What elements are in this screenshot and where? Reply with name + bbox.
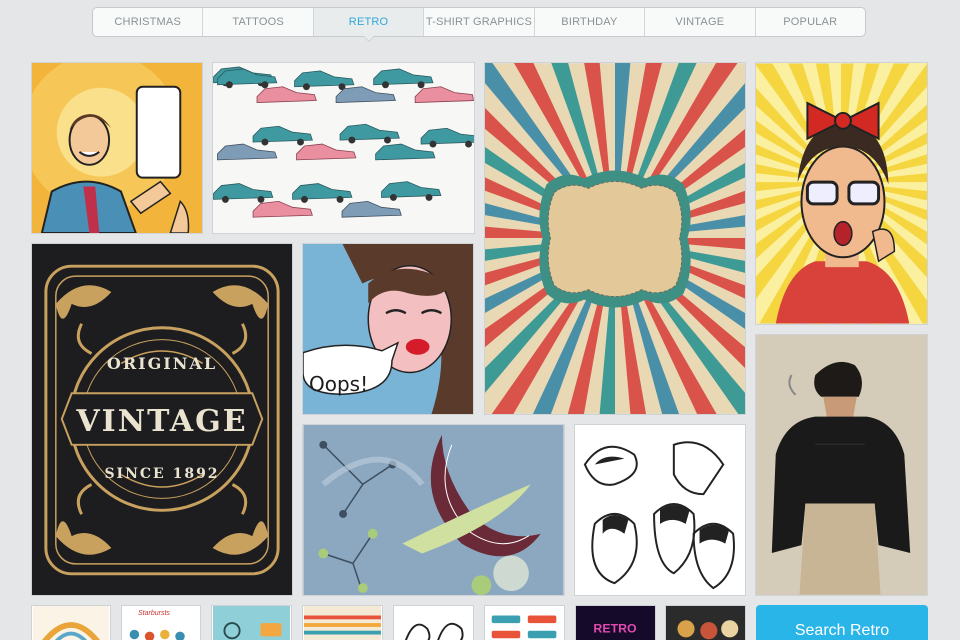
retro-stripes-thumb: [304, 606, 381, 640]
thumb-starbursts[interactable]: Starbursts: [121, 605, 201, 640]
atomic-abstract-image: [303, 425, 564, 595]
retro-ribbons-thumb: [486, 606, 563, 640]
pop-art-woman-image: [756, 63, 927, 324]
tile-oops-girl[interactable]: Oops!: [302, 243, 474, 415]
tile-retro-sunburst-frame[interactable]: [484, 62, 746, 415]
sunburst-frame-image: [485, 63, 745, 414]
retro-neon-thumb: RETRO: [577, 606, 654, 640]
tab-popular[interactable]: POPULAR: [756, 8, 865, 36]
retro-man-image: [32, 63, 202, 233]
retro-sketches-image: [575, 425, 745, 595]
tile-retro-sketches[interactable]: [574, 424, 746, 596]
circle-badge-thumb: [33, 606, 109, 640]
tile-pop-art-woman[interactable]: [755, 62, 928, 325]
retro-cars-image: [213, 63, 474, 233]
tab-christmas[interactable]: CHRISTMAS: [93, 8, 204, 36]
category-tabs: CHRISTMAS TATTOOS RETRO T-SHIRT GRAPHICS…: [92, 7, 866, 42]
tab-birthday[interactable]: BIRTHDAY: [535, 8, 646, 36]
vintage-line-original: ORIGINAL: [106, 354, 218, 373]
thumb-retro-devices[interactable]: [211, 605, 292, 640]
thumb-retro-neon[interactable]: RETRO: [575, 605, 656, 640]
thumb-circle-badge[interactable]: [31, 605, 111, 640]
oops-speech-text: Oops!: [309, 372, 369, 396]
tile-original-vintage-badge[interactable]: ORIGINAL VINTAGE SINCE 1892: [31, 243, 293, 596]
vintage-line-vintage: VINTAGE: [76, 404, 248, 439]
thumb-retro-sketch-people[interactable]: [393, 605, 474, 640]
tile-retro-cars-pattern[interactable]: [212, 62, 475, 234]
retro-devices-thumb: [213, 606, 290, 640]
retro-neon-text: RETRO: [593, 622, 637, 636]
tab-t-shirt-graphics[interactable]: T-SHIRT GRAPHICS: [424, 8, 535, 36]
retro-sketch-people-thumb: [395, 606, 472, 640]
tab-retro[interactable]: RETRO: [313, 8, 425, 42]
thumb-retro-stripes[interactable]: [302, 605, 383, 640]
tile-greaser-man[interactable]: [755, 334, 928, 596]
tile-atomic-abstract[interactable]: [302, 424, 565, 596]
tab-vintage[interactable]: VINTAGE: [645, 8, 756, 36]
tab-tattoos[interactable]: TATTOOS: [203, 8, 314, 36]
vintage-line-since: SINCE 1892: [104, 466, 220, 482]
thumb-retro-labels[interactable]: [665, 605, 746, 640]
retro-labels-thumb: [667, 606, 744, 640]
thumb-retro-ribbons[interactable]: [484, 605, 565, 640]
greaser-man-image: [756, 335, 927, 595]
starbursts-label: Starbursts: [138, 610, 170, 617]
tile-retro-man-sign[interactable]: [31, 62, 203, 234]
search-retro-button[interactable]: Search Retro: [756, 605, 928, 640]
